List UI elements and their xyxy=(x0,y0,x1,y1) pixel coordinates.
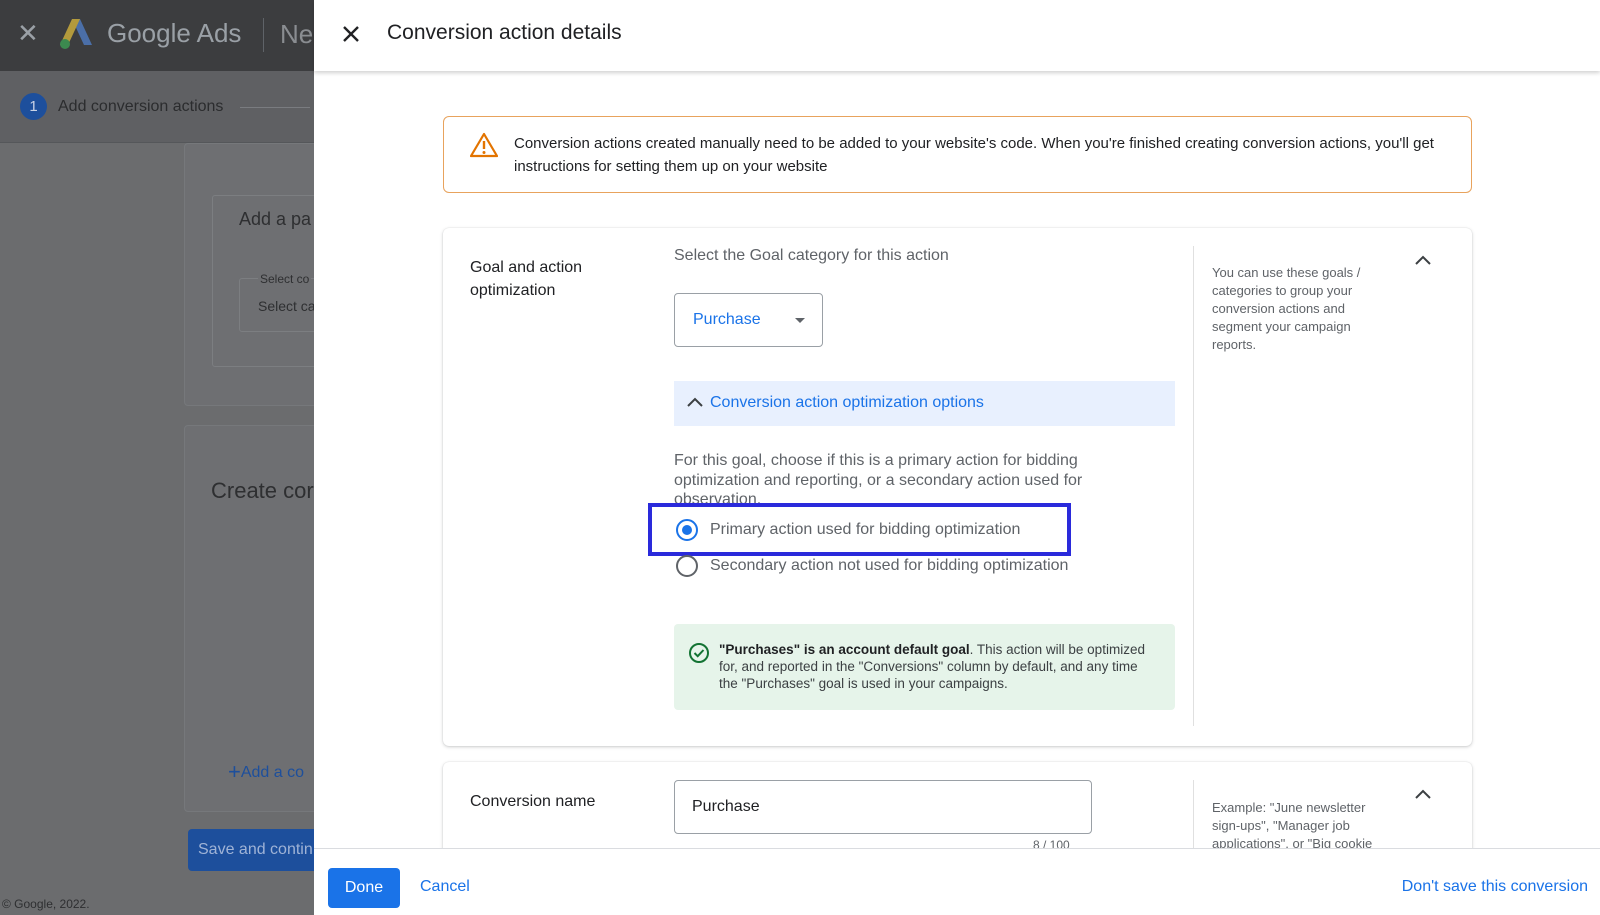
warning-alert-text: Conversion actions created manually need… xyxy=(514,135,1434,175)
dialog-body[interactable]: Conversion actions created manually need… xyxy=(314,71,1600,848)
conversion-name-help-text: Example: "June newsletter sign-ups", "Ma… xyxy=(1212,800,1373,848)
conversion-name-input[interactable] xyxy=(674,780,1092,834)
info-bold-text: "Purchases" is an account default goal xyxy=(719,642,970,657)
section-divider xyxy=(1193,780,1194,848)
check-circle-icon xyxy=(689,643,709,663)
dropdown-arrow-icon xyxy=(795,318,805,323)
section-label: Conversion name xyxy=(470,793,596,810)
done-button[interactable]: Done xyxy=(328,868,400,908)
background-card-1-title: Add a pa xyxy=(239,209,312,229)
background-add-link-label: Add a co xyxy=(240,764,305,781)
step-connector xyxy=(240,107,310,108)
section-label: Goal and action optimization xyxy=(470,259,583,299)
goal-help-text: You can use these goals / categories to … xyxy=(1212,265,1361,352)
warning-icon xyxy=(470,132,498,158)
conversion-name-field[interactable] xyxy=(692,795,1072,819)
default-goal-info-text: "Purchases" is an account default goal. … xyxy=(719,641,1159,692)
brand-name: Google Ads xyxy=(107,18,242,48)
character-count: 8 / 100 xyxy=(1033,838,1070,848)
goal-category-select[interactable]: Purchase xyxy=(674,293,823,347)
dialog-footer: Done Cancel Don't save this conversion xyxy=(314,848,1600,915)
step-number-badge: 1 xyxy=(20,93,47,120)
chevron-up-icon[interactable] xyxy=(1411,783,1435,807)
background-save-button: Save and contin xyxy=(188,829,328,871)
plus-icon: + xyxy=(228,759,241,784)
radio-button-unchecked[interactable] xyxy=(676,555,698,577)
radio-button-checked[interactable] xyxy=(676,519,698,541)
default-goal-info: "Purchases" is an account default goal. … xyxy=(674,624,1175,710)
radio-primary-label: Primary action used for bidding optimiza… xyxy=(710,521,1021,538)
background-select-placeholder: Select ca xyxy=(258,298,316,314)
close-icon: ✕ xyxy=(17,18,39,48)
chevron-up-icon xyxy=(687,397,703,407)
background-select-label: Select co xyxy=(258,272,312,286)
section-divider xyxy=(1193,246,1194,726)
background-card-2-title: Create cor xyxy=(211,478,314,503)
optimization-description: For this goal, choose if this is a prima… xyxy=(674,452,1083,508)
conversion-name-section: Conversion name 8 / 100 Example: "June n… xyxy=(443,762,1472,848)
goal-optimization-section: Goal and action optimization Select the … xyxy=(443,228,1472,746)
goal-category-prompt: Select the Goal category for this action xyxy=(674,247,949,264)
optimization-options-toggle[interactable]: Conversion action optimization options xyxy=(674,381,1175,426)
dialog-header: Conversion action details xyxy=(314,0,1600,71)
copyright-footer: © Google, 2022. xyxy=(2,897,90,911)
dont-save-button[interactable]: Don't save this conversion xyxy=(1402,878,1588,896)
optimization-options-label: Conversion action optimization options xyxy=(710,394,984,411)
background-add-link: +Add a co xyxy=(228,759,304,785)
cancel-button[interactable]: Cancel xyxy=(420,878,470,896)
goal-category-value: Purchase xyxy=(693,311,761,328)
warning-alert: Conversion actions created manually need… xyxy=(443,116,1472,193)
step-label: Add conversion actions xyxy=(58,98,224,115)
google-ads-logo xyxy=(60,19,92,49)
header-next-text: Ne xyxy=(280,19,314,49)
radio-secondary-label: Secondary action not used for bidding op… xyxy=(710,557,1069,574)
header-divider xyxy=(263,18,264,52)
conversion-action-dialog: Conversion action details Conversion act… xyxy=(314,0,1600,915)
dialog-title: Conversion action details xyxy=(387,21,622,44)
close-icon[interactable] xyxy=(337,20,365,48)
chevron-up-icon[interactable] xyxy=(1411,249,1435,273)
